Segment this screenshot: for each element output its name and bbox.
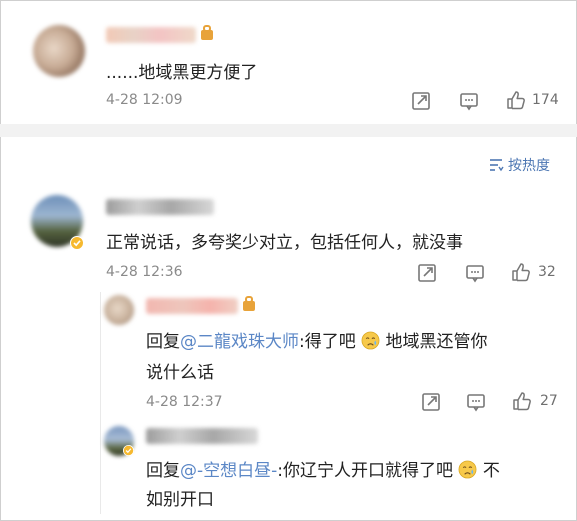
reply-prefix: 回复	[146, 461, 180, 481]
reply-text-line-2: 说什么话	[146, 363, 214, 383]
sort-label: 按热度	[508, 158, 550, 174]
username[interactable]	[106, 27, 196, 43]
reply-text-line-1: 回复@-空想白昼-:你辽宁人开口就得了吧 不	[146, 456, 500, 481]
like-count: 174	[532, 92, 559, 108]
username[interactable]	[146, 298, 238, 314]
reply-text: :得了吧	[299, 332, 356, 352]
like-icon[interactable]	[511, 390, 533, 412]
section-divider	[0, 124, 577, 137]
reply-text: :你辽宁人开口就得了吧	[277, 461, 454, 481]
mention-link[interactable]: @二龍戏珠大师	[180, 332, 299, 352]
comment-text: 正常说话，多夸奖少对立，包括任何人，就没事	[106, 233, 463, 253]
sad-emoji-icon	[361, 331, 380, 350]
comment-icon[interactable]	[465, 391, 487, 413]
username[interactable]	[106, 199, 214, 215]
reply-text-line-2: 如别开口	[146, 490, 214, 510]
vip-badge-icon	[243, 296, 255, 311]
share-icon[interactable]	[416, 262, 438, 284]
vip-badge-icon	[201, 25, 213, 40]
mention-link[interactable]: @-空想白昼-	[180, 461, 277, 481]
reply-text: 地域黑还管你	[385, 332, 488, 352]
share-icon[interactable]	[410, 90, 432, 112]
reply-text: 不	[482, 461, 500, 481]
verified-badge-icon	[70, 236, 84, 250]
avatar[interactable]	[104, 295, 134, 325]
reply-text-line-1: 回复@二龍戏珠大师:得了吧 地域黑还管你	[146, 327, 488, 352]
verified-badge-icon	[123, 445, 134, 456]
comment-icon[interactable]	[458, 90, 480, 112]
comment-time: 4-28 12:09	[106, 92, 183, 108]
comment-time: 4-28 12:36	[106, 264, 183, 280]
avatar[interactable]	[33, 25, 85, 77]
like-icon[interactable]	[510, 261, 532, 283]
reply-prefix: 回复	[146, 332, 180, 352]
like-count: 27	[540, 393, 558, 409]
screenshot-frame	[0, 0, 577, 521]
share-icon[interactable]	[420, 391, 442, 413]
sad-emoji-icon	[458, 460, 477, 479]
comment-icon[interactable]	[464, 262, 486, 284]
like-count: 32	[538, 264, 556, 280]
comment-text: ......地域黑更方便了	[106, 63, 258, 83]
sort-by-hot-button[interactable]: 按热度	[488, 155, 550, 175]
sort-icon	[490, 159, 504, 172]
reply-time: 4-28 12:37	[146, 394, 223, 410]
reply-thread-rail	[100, 292, 101, 514]
like-icon[interactable]	[505, 89, 527, 111]
username[interactable]	[146, 428, 258, 444]
